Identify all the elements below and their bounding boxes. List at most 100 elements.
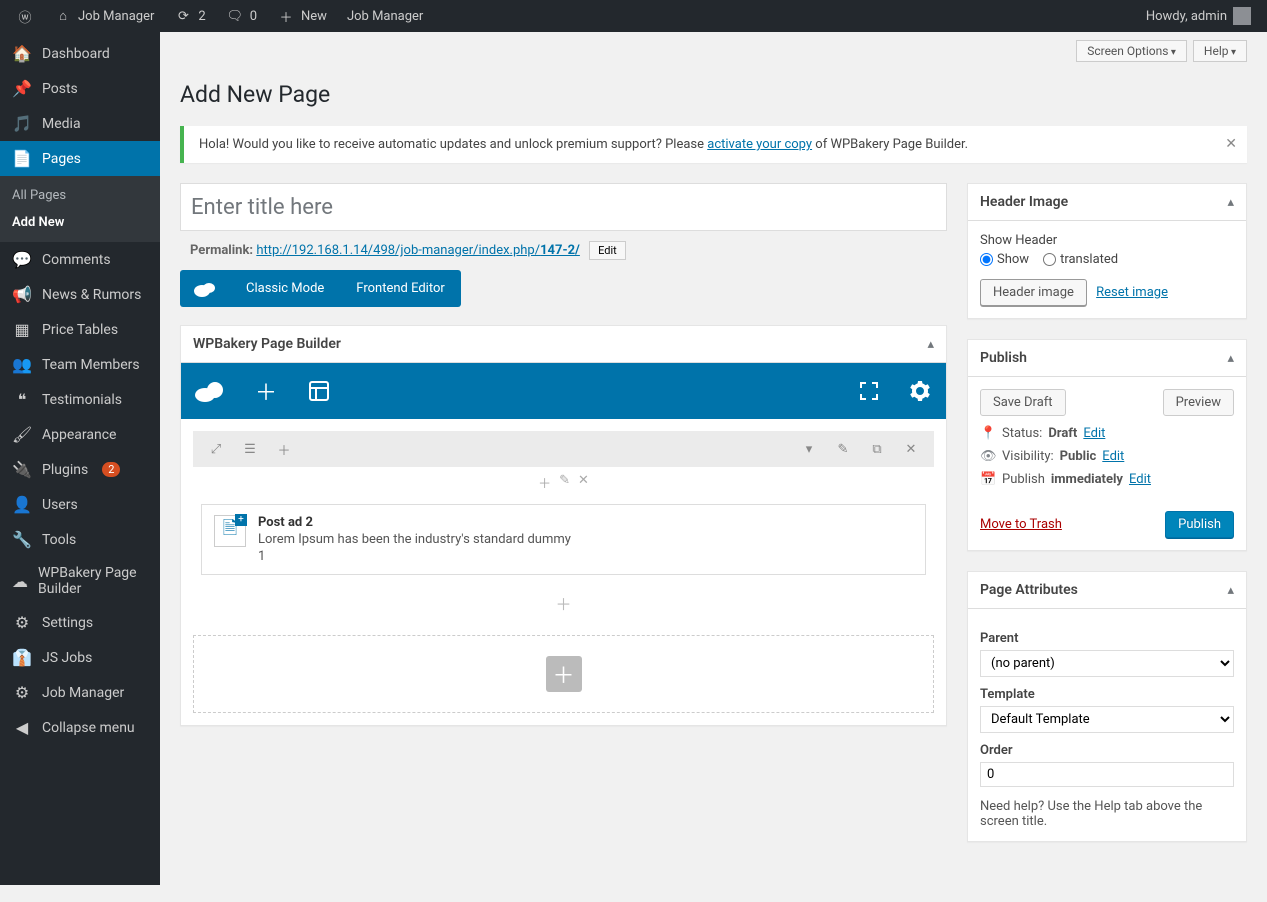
move-to-trash-link[interactable]: Move to Trash [980, 517, 1062, 532]
sidebar-item-js-jobs[interactable]: 👔JS Jobs [0, 640, 160, 675]
help-button[interactable]: Help [1193, 40, 1247, 62]
row-add-icon[interactable]: ＋ [269, 435, 299, 463]
publish-box-toggle[interactable]: ▴ [1227, 351, 1234, 366]
header-image-title: Header Image [980, 194, 1068, 210]
edit-visibility-link[interactable]: Edit [1102, 449, 1124, 464]
wordpress-icon: ⓦ [16, 7, 34, 26]
updates[interactable]: ⟳2 [166, 0, 213, 32]
publish-box: Publish ▴ Save Draft Preview 📍 Status: D… [967, 339, 1247, 551]
updates-count: 2 [198, 9, 205, 24]
templates-button[interactable] [305, 377, 333, 405]
status-row: 📍 Status: Draft Edit [980, 426, 1234, 441]
brush-icon: 🖌 [12, 425, 32, 444]
vc-cloud-icon [193, 379, 227, 403]
sidebar-item-wpbakery-page-builder[interactable]: ☁WPBakery Page Builder [0, 557, 160, 605]
translated-radio[interactable] [1043, 253, 1056, 266]
row-move-icon[interactable]: ⤢ [201, 435, 231, 463]
admin-sidebar: 🏠Dashboard📌Posts🎵Media📄Pages All PagesAdd… [0, 32, 160, 885]
adminbar-extra[interactable]: Job Manager [339, 0, 431, 32]
vc-element-post-ad[interactable]: 🗎 Post ad 2 Lorem Ipsum has been the ind… [201, 504, 926, 575]
activate-copy-link[interactable]: activate your copy [707, 137, 812, 152]
vc-empty-row: ＋ [193, 635, 934, 713]
column-controls: ＋ ✎ ✕ [181, 467, 946, 498]
attrs-box-toggle[interactable]: ▴ [1227, 583, 1234, 598]
reset-image-link[interactable]: Reset image [1096, 285, 1168, 300]
vc-panel-toggle[interactable]: ▴ [927, 337, 934, 352]
sidebar-item-comments[interactable]: 💬Comments [0, 242, 160, 277]
edit-status-link[interactable]: Edit [1083, 426, 1105, 441]
permalink-edit-button[interactable]: Edit [589, 241, 626, 260]
fullscreen-button[interactable] [856, 378, 882, 404]
element-title: Post ad 2 [258, 515, 313, 530]
header-image-button[interactable]: Header image [980, 279, 1087, 306]
sidebar-item-users[interactable]: 👤Users [0, 487, 160, 522]
attrs-help-text: Need help? Use the Help tab above the sc… [980, 799, 1234, 829]
template-select[interactable]: Default Template [980, 706, 1234, 733]
sidebar-item-price-tables[interactable]: ▦Price Tables [0, 312, 160, 347]
permalink-row: Permalink: http://192.168.1.14/498/job-m… [180, 241, 947, 260]
row-columns-icon[interactable]: ☰ [235, 435, 265, 463]
avatar [1233, 7, 1251, 25]
sidebar-item-testimonials[interactable]: ❝Testimonials [0, 382, 160, 417]
publish-button[interactable]: Publish [1165, 511, 1234, 538]
submenu-all-pages[interactable]: All Pages [0, 182, 160, 209]
sidebar-item-media[interactable]: 🎵Media [0, 106, 160, 141]
site-name[interactable]: ⌂Job Manager [46, 0, 162, 32]
save-draft-button[interactable]: Save Draft [980, 389, 1066, 416]
badge: 2 [102, 462, 120, 477]
activation-notice: Hola! Would you like to receive automati… [180, 126, 1247, 163]
sidebar-item-settings[interactable]: ⚙Settings [0, 605, 160, 640]
col-add-icon[interactable]: ＋ [538, 473, 551, 492]
row-dropdown-icon[interactable]: ▾ [794, 435, 824, 463]
vc-logo-icon [180, 273, 230, 305]
sidebar-item-team-members[interactable]: 👥Team Members [0, 347, 160, 382]
edit-schedule-link[interactable]: Edit [1129, 472, 1151, 487]
post-ad-icon: 🗎 [214, 515, 246, 547]
col-delete-icon[interactable]: ✕ [578, 473, 589, 492]
user-menu[interactable]: Howdy, admin [1138, 0, 1259, 32]
element-extra: 1 [258, 549, 571, 564]
permalink-label: Permalink: [190, 243, 253, 258]
title-input[interactable] [180, 183, 947, 231]
sidebar-item-tools[interactable]: 🔧Tools [0, 522, 160, 557]
sidebar-item-collapse-menu[interactable]: ◀Collapse menu [0, 710, 160, 745]
header-box-toggle[interactable]: ▴ [1227, 195, 1234, 210]
add-element-button[interactable]: ＋ [251, 371, 281, 411]
comments-count: 0 [250, 9, 257, 24]
vc-mode-navbar: Classic Mode Frontend Editor [180, 270, 461, 307]
new-content[interactable]: ＋New [269, 0, 335, 32]
page-title: Add New Page [180, 72, 1247, 126]
preview-button[interactable]: Preview [1163, 389, 1234, 416]
row-clone-icon[interactable]: ⧉ [862, 435, 892, 463]
user-icon: 👤 [12, 495, 32, 514]
submenu-add-new[interactable]: Add New [0, 209, 160, 236]
eye-icon: 👁 [980, 449, 996, 464]
classic-mode-button[interactable]: Classic Mode [230, 270, 340, 307]
sidebar-item-plugins[interactable]: 🔌Plugins2 [0, 452, 160, 487]
permalink-link[interactable]: http://192.168.1.14/498/job-manager/inde… [256, 243, 580, 258]
screen-options-button[interactable]: Screen Options [1076, 40, 1187, 62]
sidebar-item-posts[interactable]: 📌Posts [0, 71, 160, 106]
quote-icon: ❝ [12, 390, 32, 409]
dismiss-button[interactable]: ✕ [1225, 136, 1237, 152]
media-icon: 🎵 [12, 114, 32, 133]
sidebar-item-job-manager[interactable]: ⚙Job Manager [0, 675, 160, 710]
order-input[interactable] [980, 762, 1234, 787]
show-radio[interactable] [980, 253, 993, 266]
order-label: Order [980, 743, 1234, 758]
parent-select[interactable]: (no parent) [980, 650, 1234, 677]
sidebar-item-news-rumors[interactable]: 📢News & Rumors [0, 277, 160, 312]
frontend-editor-button[interactable]: Frontend Editor [340, 270, 460, 307]
vc-settings-button[interactable] [906, 377, 934, 405]
sidebar-item-dashboard[interactable]: 🏠Dashboard [0, 32, 160, 71]
col-edit-icon[interactable]: ✎ [559, 473, 570, 492]
row-delete-icon[interactable]: ✕ [896, 435, 926, 463]
site-name-label: Job Manager [78, 9, 154, 24]
wp-logo[interactable]: ⓦ [8, 0, 42, 32]
row-edit-icon[interactable]: ✎ [828, 435, 858, 463]
column-add-button[interactable]: ＋ [181, 581, 946, 625]
sidebar-item-appearance[interactable]: 🖌Appearance [0, 417, 160, 452]
adminbar-comments[interactable]: 🗨0 [218, 0, 265, 32]
sidebar-item-pages[interactable]: 📄Pages [0, 141, 160, 176]
add-row-button[interactable]: ＋ [546, 656, 582, 692]
